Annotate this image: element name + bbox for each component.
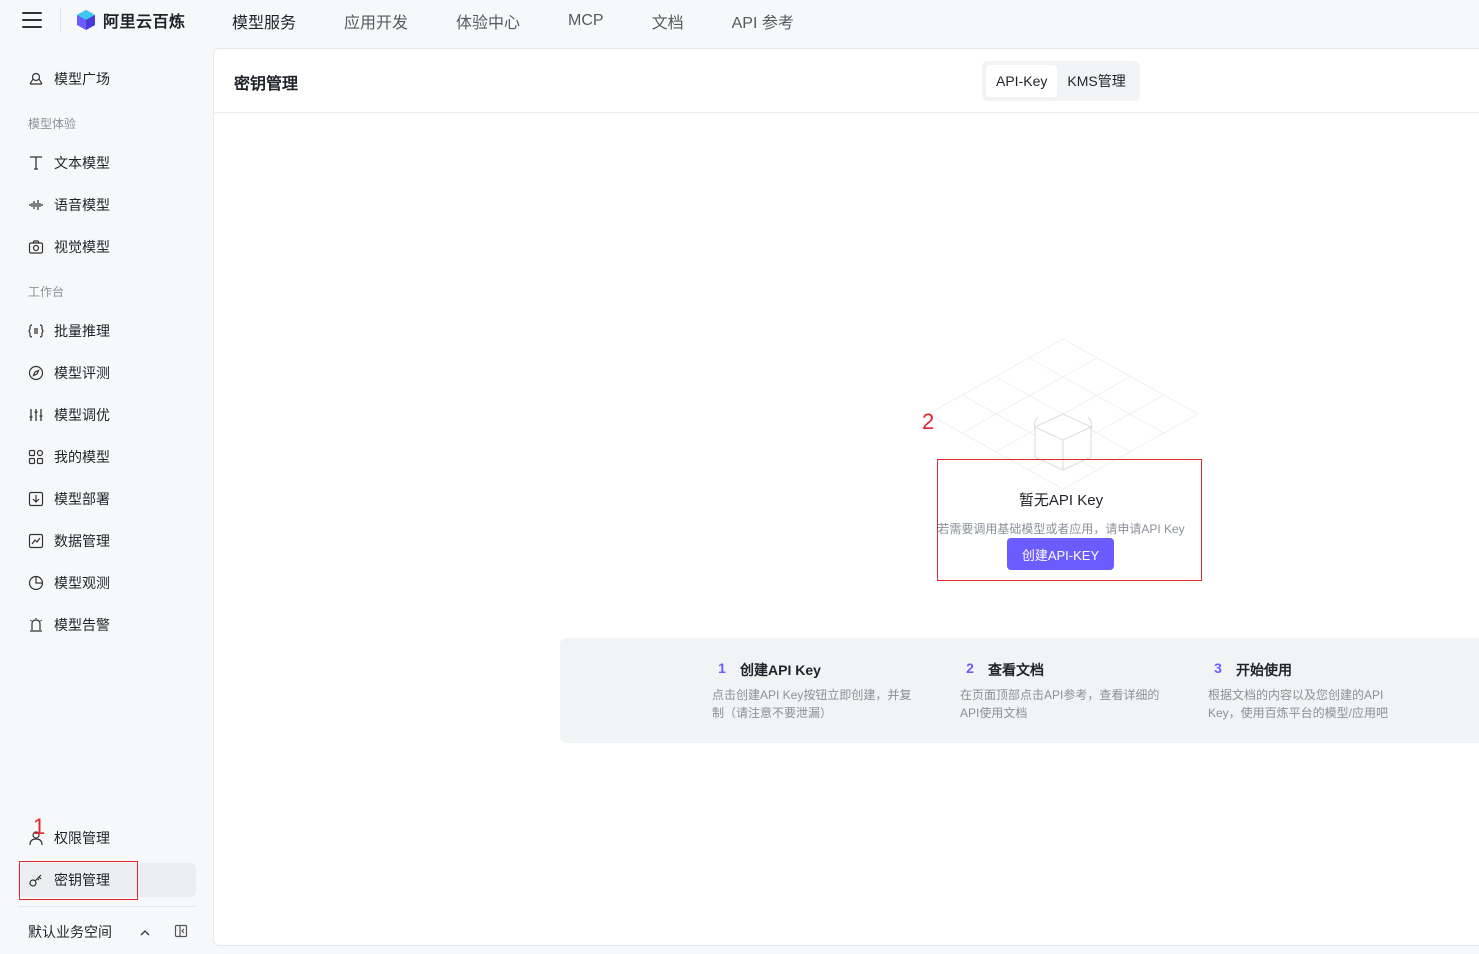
sidebar-item-label: 文本模型 [54,155,110,171]
sidebar-item-data-manage[interactable]: 数据管理 [18,524,196,558]
workspace-name[interactable]: 默认业务空间 [28,922,112,942]
sidebar-divider [18,906,196,907]
sidebar-item-label: 模型广场 [54,71,110,87]
step-title: 创建API Key [740,662,821,678]
topnav-experience[interactable]: 体验中心 [456,9,520,33]
sidebar-item-label: 视觉模型 [54,239,110,255]
sidebar-item-label: 模型评测 [54,365,110,381]
logo[interactable]: 阿里云百炼 [75,8,186,32]
top-nav: 模型服务 应用开发 体验中心 MCP 文档 API 参考 [232,0,842,42]
sidebar-item-vision-model[interactable]: 视觉模型 [18,230,196,264]
empty-state-description: 若需要调用基础模型或者应用，请申请API Key [937,522,1185,536]
chevron-up-icon[interactable] [138,926,152,940]
tab-kms-manage[interactable]: KMS管理 [1057,65,1135,97]
topnav-mcp[interactable]: MCP [568,12,604,30]
sidebar-item-voice-model[interactable]: 语音模型 [18,188,196,222]
empty-box-illustration [928,339,1198,490]
step-description: 点击创建API Key按钮立即创建，并复制（请注意不要泄漏） [712,688,912,720]
text-icon [28,155,44,171]
step-number: 3 [1214,660,1222,676]
sidebar-item-label: 模型部署 [54,491,110,507]
logo-mark-icon [77,10,95,30]
sidebar-item-model-deploy[interactable]: 模型部署 [18,482,196,516]
sidebar-item-label: 我的模型 [54,449,110,465]
topbar-divider [60,8,61,32]
sidebar-item-model-observe[interactable]: 模型观测 [18,566,196,600]
key-type-tabs: API-Key KMS管理 [982,61,1140,101]
sidebar-item-label: 密钥管理 [54,872,110,888]
sidebar-item-label: 批量推理 [54,323,110,339]
step-description: 在页面顶部点击API参考，查看详细的API使用文档 [960,688,1160,720]
group-label-experience: 模型体验 [28,117,77,131]
hamburger-menu-icon[interactable] [22,12,42,28]
camera-icon [28,239,44,255]
compass-icon [28,365,44,381]
step-title: 开始使用 [1236,662,1292,678]
sidebar-item-text-model[interactable]: 文本模型 [18,146,196,180]
empty-state-title: 暂无API Key [1018,492,1104,509]
cloud-icon [28,71,44,87]
sidebar-item-label: 模型观测 [54,575,110,591]
topnav-api-reference[interactable]: API 参考 [732,9,794,33]
top-bar: 阿里云百炼 模型服务 应用开发 体验中心 MCP 文档 API 参考 [0,0,1479,42]
apps-grid-icon [28,449,44,465]
alarm-light-icon [28,617,44,633]
line-chart-icon [28,533,44,549]
sidebar-item-model-tuning[interactable]: 模型调优 [18,398,196,432]
onboarding-steps: 1 创建API Key 点击创建API Key按钮立即创建，并复制（请注意不要泄… [560,638,1479,743]
group-label-workbench: 工作台 [28,285,65,299]
sidebar-item-model-eval[interactable]: 模型评测 [18,356,196,390]
sidebar-item-label: 模型告警 [54,617,110,633]
step-title: 查看文档 [988,662,1044,678]
tab-api-key[interactable]: API-Key [986,65,1058,97]
sidebar-item-my-models[interactable]: 我的模型 [18,440,196,474]
collapse-sidebar-icon[interactable] [174,924,188,938]
sidebar-item-batch-inference[interactable]: 批量推理 [18,314,196,348]
key-icon [28,872,44,888]
step-number: 2 [966,660,974,676]
topnav-app-dev[interactable]: 应用开发 [344,9,408,33]
sidebar-item-label: 数据管理 [54,533,110,549]
logo-text: 阿里云百炼 [103,14,186,31]
sidebar-item-model-square[interactable]: 模型广场 [18,62,196,96]
braces-list-icon [28,323,44,339]
waveform-icon [28,197,44,213]
step-number: 1 [718,660,726,676]
sliders-icon [28,407,44,423]
create-api-key-button[interactable]: 创建API-KEY [1007,538,1114,570]
sidebar-item-label: 语音模型 [54,197,110,213]
page-title: 密钥管理 [234,76,299,93]
main-panel: 密钥管理 API-Key KMS管理 暂无API Key 若需要调用基础模型或者… [213,48,1479,946]
annotation-number-1: 1 [33,814,46,839]
sidebar-item-label: 模型调优 [54,407,110,423]
main-header: 密钥管理 API-Key KMS管理 [214,49,1479,113]
download-box-icon [28,491,44,507]
annotation-number-2: 2 [922,409,935,434]
pie-chart-icon [28,575,44,591]
sidebar-item-key-manage[interactable]: 密钥管理 [18,863,196,897]
topnav-model-service[interactable]: 模型服务 [232,9,296,33]
sidebar-item-model-alert[interactable]: 模型告警 [18,608,196,642]
topnav-docs[interactable]: 文档 [652,9,684,33]
step-description: 根据文档的内容以及您创建的API Key，使用百炼平台的模型/应用吧 [1208,688,1389,720]
sidebar-item-label: 权限管理 [54,830,110,846]
